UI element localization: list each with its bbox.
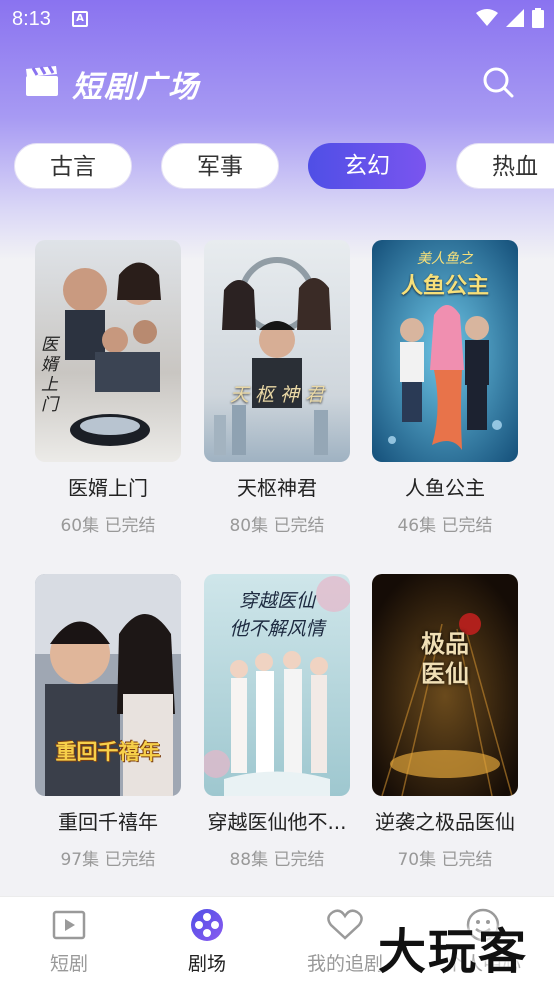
heart-icon bbox=[327, 909, 363, 940]
drama-meta: 46集 已完结 bbox=[372, 511, 518, 536]
nav-label: 短剧 bbox=[49, 953, 88, 975]
drama-poster[interactable]: 医婿上门 bbox=[35, 240, 181, 462]
search-icon[interactable] bbox=[480, 64, 516, 100]
drama-title: 重回千禧年 bbox=[58, 810, 158, 834]
nav-item-duanju[interactable]: 短剧 bbox=[0, 907, 138, 976]
drama-title: 穿越医仙他不... bbox=[207, 810, 347, 834]
drama-card[interactable]: 天 枢 神 君 天枢神君 80集 已完结 bbox=[204, 240, 350, 536]
drama-meta: 60集 已完结 bbox=[35, 511, 181, 536]
status-icons bbox=[476, 8, 544, 28]
poster-title: 医婿上门 bbox=[41, 335, 58, 415]
clapperboard-icon bbox=[26, 66, 58, 96]
film-reel-icon bbox=[191, 909, 223, 941]
poster-title: 重回千禧年 bbox=[55, 740, 161, 764]
drama-meta: 88集 已完结 bbox=[204, 845, 350, 870]
episode-count: 88集 bbox=[229, 850, 269, 870]
drama-card[interactable]: 美人鱼之 人鱼公主 人鱼公主 46集 已完结 bbox=[372, 240, 518, 536]
play-square-icon bbox=[52, 910, 86, 940]
poster-title: 极品医仙 bbox=[421, 629, 469, 688]
tab-rexue[interactable]: 热血 bbox=[456, 143, 554, 189]
drama-title: 人鱼公主 bbox=[405, 476, 485, 500]
wifi-icon bbox=[476, 9, 498, 26]
nav-item-juchang[interactable]: 剧场 bbox=[138, 907, 276, 976]
drama-poster[interactable]: 重回千禧年 bbox=[35, 574, 181, 796]
drama-title: 逆袭之极品医仙 bbox=[375, 810, 515, 834]
drama-card[interactable]: 重回千禧年 重回千禧年 97集 已完结 bbox=[35, 574, 181, 870]
category-tabs: 古言 军事 玄幻 热血 bbox=[0, 143, 554, 189]
poster-subtitle: 他不解风情 bbox=[229, 618, 325, 640]
drama-card[interactable]: 医婿上门 医婿上门 60集 已完结 bbox=[35, 240, 181, 536]
battery-icon bbox=[532, 8, 544, 28]
episode-count: 97集 bbox=[60, 850, 100, 870]
drama-card[interactable]: 穿越医仙 他不解风情 穿越医仙他不... 88集 已完结 bbox=[204, 574, 350, 870]
status-time: 8:13 bbox=[12, 8, 51, 30]
drama-title: 天枢神君 bbox=[237, 476, 317, 500]
poster-title: 天 枢 神 君 bbox=[229, 384, 325, 406]
drama-status: 已完结 bbox=[104, 850, 156, 870]
nav-label: 剧场 bbox=[187, 953, 226, 975]
tab-guyan[interactable]: 古言 bbox=[14, 143, 132, 189]
page-title: 短剧广场 bbox=[72, 70, 200, 105]
drama-status: 已完结 bbox=[441, 850, 493, 870]
drama-status: 已完结 bbox=[104, 516, 156, 536]
drama-poster[interactable]: 天 枢 神 君 bbox=[204, 240, 350, 462]
drama-poster[interactable]: 极品医仙 bbox=[372, 574, 518, 796]
tab-xuanhuan[interactable]: 玄幻 bbox=[308, 143, 426, 189]
poster-title: 人鱼公主 bbox=[400, 274, 489, 299]
header: 短剧广场 bbox=[0, 58, 554, 108]
episode-count: 46集 bbox=[397, 516, 437, 536]
episode-count: 60集 bbox=[60, 516, 100, 536]
notification-a-icon: A bbox=[72, 11, 88, 27]
signal-icon bbox=[506, 9, 524, 27]
drama-meta: 97集 已完结 bbox=[35, 845, 181, 870]
episode-count: 70集 bbox=[397, 850, 437, 870]
drama-meta: 80集 已完结 bbox=[204, 511, 350, 536]
poster-title: 穿越医仙 bbox=[238, 590, 315, 612]
watermark: 大玩客 bbox=[378, 924, 529, 980]
drama-status: 已完结 bbox=[273, 516, 325, 536]
drama-card[interactable]: 极品医仙 逆袭之极品医仙 70集 已完结 bbox=[372, 574, 518, 870]
drama-status: 已完结 bbox=[441, 516, 493, 536]
poster-subtitle: 美人鱼之 bbox=[417, 251, 473, 267]
drama-poster[interactable]: 美人鱼之 人鱼公主 bbox=[372, 240, 518, 462]
status-bar: 8:13 A bbox=[0, 0, 554, 40]
drama-meta: 70集 已完结 bbox=[372, 845, 518, 870]
episode-count: 80集 bbox=[229, 516, 269, 536]
drama-title: 医婿上门 bbox=[68, 476, 148, 500]
drama-status: 已完结 bbox=[273, 850, 325, 870]
drama-poster[interactable]: 穿越医仙 他不解风情 bbox=[204, 574, 350, 796]
tab-junshi[interactable]: 军事 bbox=[161, 143, 279, 189]
